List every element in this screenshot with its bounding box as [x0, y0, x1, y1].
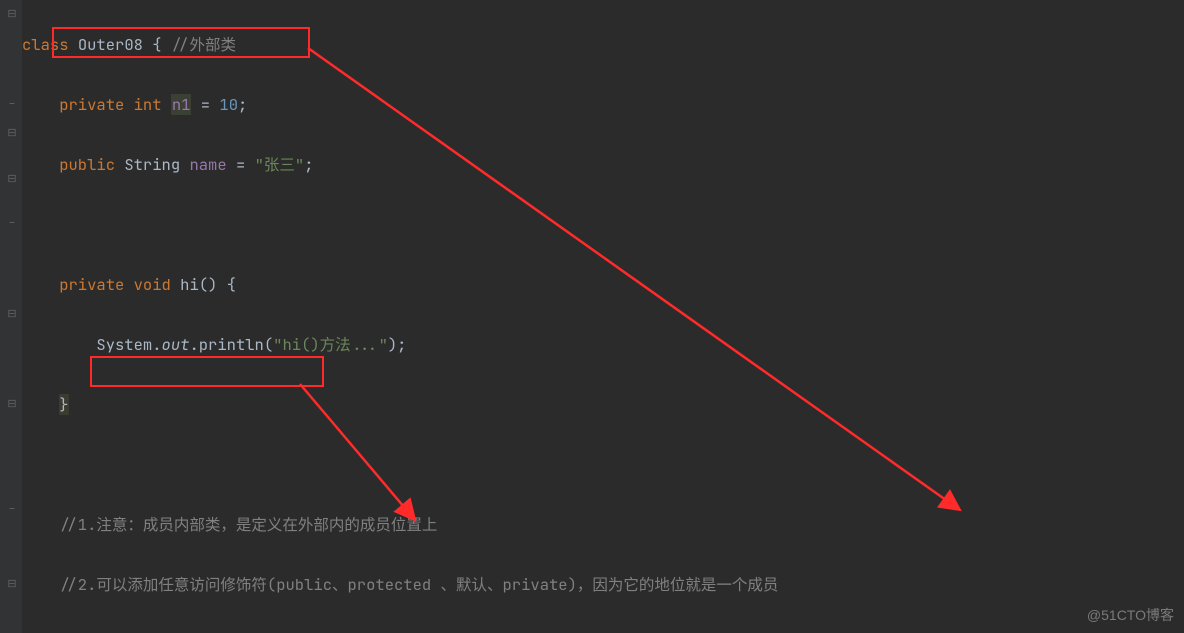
fold-icon[interactable]: ⊟: [5, 126, 19, 140]
keyword-modifier: private: [59, 94, 124, 115]
code-line[interactable]: private void hi() {: [22, 270, 1184, 300]
code-line[interactable]: System.out.println("hi()方法...");: [22, 330, 1184, 360]
string-literal: "张三": [255, 154, 305, 175]
number-literal: 10: [219, 94, 238, 115]
class-name: Outer08: [78, 34, 143, 55]
code-line[interactable]: private int n1 = 10;: [22, 90, 1184, 120]
code-editor[interactable]: ⊟ – ⊟ ⊟ – ⊟ ⊟ – ⊟ class Outer08 { //外部类 …: [0, 0, 1184, 633]
code-line[interactable]: //2.可以添加任意访问修饰符(public、protected 、默认、pri…: [22, 570, 1184, 600]
code-line[interactable]: }: [22, 390, 1184, 420]
comment: //1.注意：成员内部类，是定义在外部内的成员位置上: [59, 514, 437, 535]
fold-icon[interactable]: –: [5, 216, 19, 230]
fold-icon[interactable]: ⊟: [5, 577, 19, 591]
field-out: out: [162, 334, 190, 355]
fold-icon[interactable]: ⊟: [5, 397, 19, 411]
keyword-class: class: [22, 34, 69, 55]
gutter: ⊟ – ⊟ ⊟ – ⊟ ⊟ – ⊟: [0, 0, 22, 633]
field-n1: n1: [171, 94, 192, 115]
code-line[interactable]: [22, 210, 1184, 240]
code-line[interactable]: class Outer08 { //外部类: [22, 30, 1184, 60]
keyword-type: int: [134, 94, 162, 115]
comment: //2.可以添加任意访问修饰符(public、protected 、默认、pri…: [59, 574, 778, 595]
fold-icon[interactable]: –: [5, 97, 19, 111]
fold-icon[interactable]: ⊟: [5, 172, 19, 186]
fold-icon[interactable]: ⊟: [5, 7, 19, 21]
field-name: name: [189, 154, 226, 175]
code-line[interactable]: [22, 450, 1184, 480]
watermark: @51CTO博客: [1087, 605, 1174, 625]
fold-icon[interactable]: ⊟: [5, 307, 19, 321]
code-line[interactable]: public String name = "张三";: [22, 150, 1184, 180]
method-hi: hi: [180, 274, 199, 295]
code-line[interactable]: //1.注意：成员内部类，是定义在外部内的成员位置上: [22, 510, 1184, 540]
code-area[interactable]: class Outer08 { //外部类 private int n1 = 1…: [22, 0, 1184, 633]
fold-icon[interactable]: –: [5, 502, 19, 516]
comment: //外部类: [171, 34, 236, 55]
